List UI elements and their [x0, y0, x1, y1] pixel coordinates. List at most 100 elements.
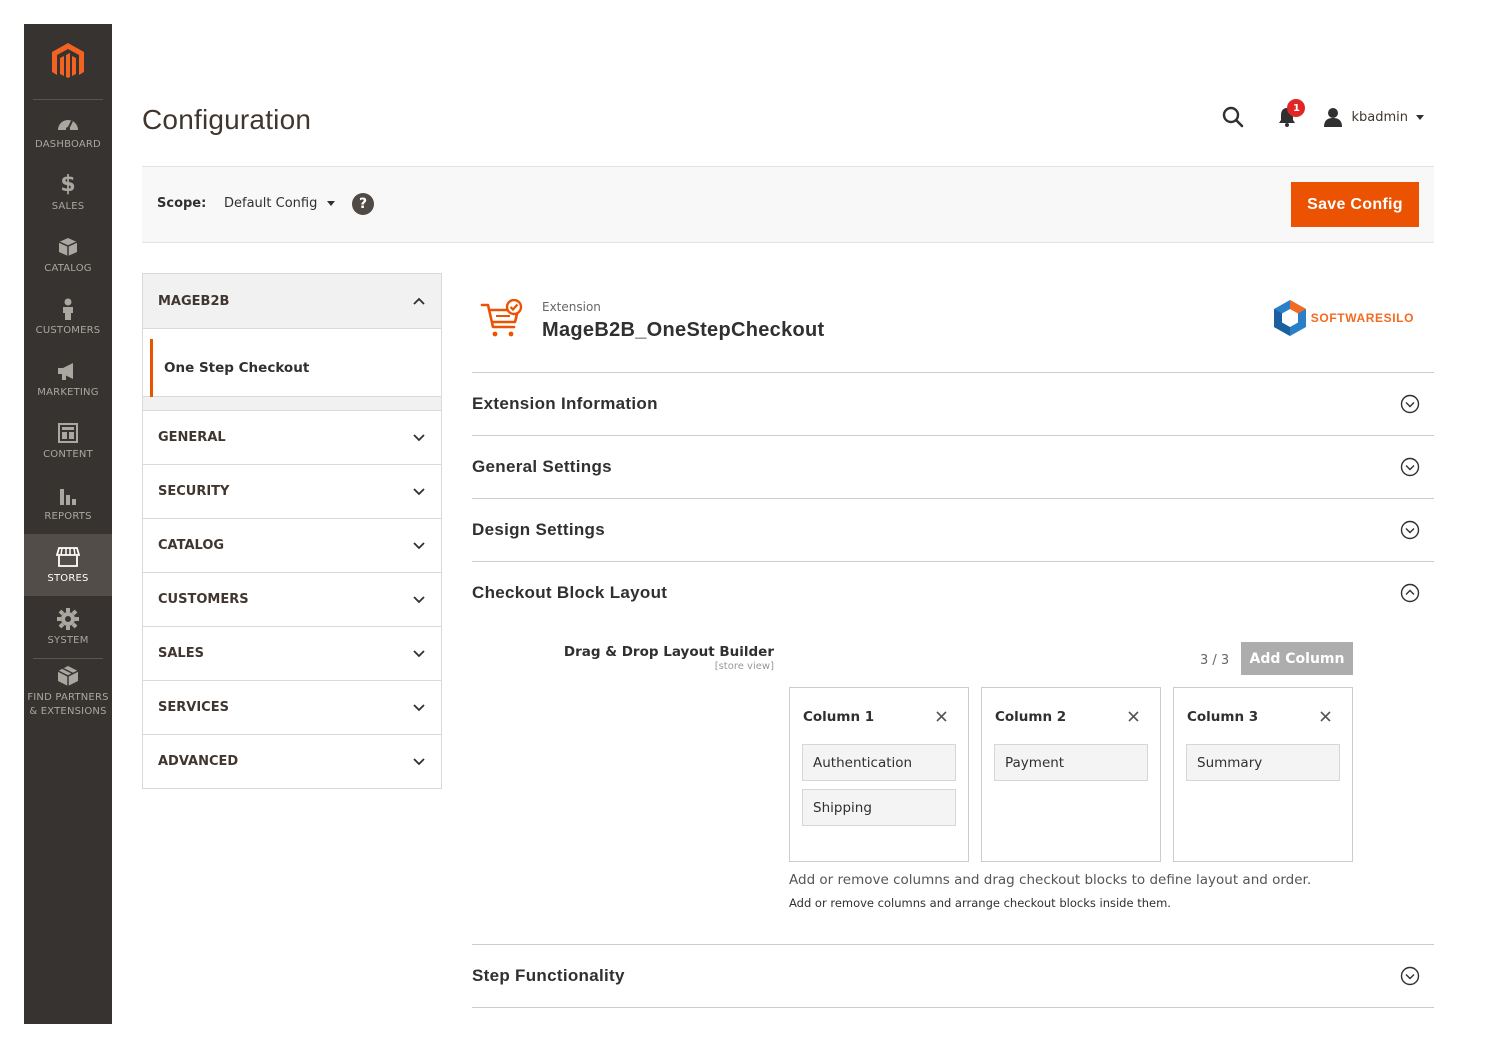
- column-title: Column 3: [1187, 709, 1259, 725]
- nav-content[interactable]: CONTENT: [24, 410, 112, 472]
- tab-section-label: ADVANCED: [158, 754, 239, 769]
- scope-value: Default Config: [224, 196, 318, 211]
- chevron-down-icon: [413, 649, 425, 657]
- tab-spacer: [142, 397, 442, 410]
- header-actions: 1 kbadmin: [1219, 99, 1424, 134]
- chevron-down-icon: [413, 703, 425, 711]
- blocks-icon: [57, 664, 79, 688]
- notifications-button[interactable]: 1: [1273, 99, 1306, 131]
- tab-section-label: SECURITY: [158, 484, 230, 499]
- extension-type-label: Extension: [542, 300, 601, 314]
- nav-reports[interactable]: REPORTS: [24, 472, 112, 534]
- box-icon: [58, 235, 78, 259]
- field-label: Drag & Drop Layout Builder: [563, 644, 774, 660]
- scope-switcher[interactable]: Default Config: [224, 196, 336, 211]
- chevron-down-icon: [413, 487, 425, 495]
- nav-label: DASHBOARD: [35, 138, 101, 150]
- nav-customers[interactable]: CUSTOMERS: [24, 286, 112, 348]
- softwaresilo-logo-icon: [1273, 300, 1306, 336]
- section-header[interactable]: General Settings: [472, 436, 1434, 498]
- section-header[interactable]: Checkout Block Layout: [472, 562, 1434, 624]
- remove-column-button[interactable]: [1126, 709, 1140, 723]
- tab-section-customers[interactable]: CUSTOMERS: [142, 573, 442, 627]
- chevron-up-icon: [413, 297, 425, 305]
- checkout-block[interactable]: Shipping: [802, 789, 956, 826]
- tab-section-catalog[interactable]: CATALOG: [142, 519, 442, 573]
- nav-label: STORES: [47, 572, 89, 584]
- section-title: Extension Information: [472, 394, 658, 413]
- nav-label: REPORTS: [44, 510, 92, 522]
- chevron-down-icon: [413, 541, 425, 549]
- nav-system[interactable]: SYSTEM: [24, 596, 112, 658]
- extension-name: MageB2B_OneStepCheckout: [542, 319, 825, 341]
- bar-chart-icon: [58, 483, 78, 507]
- username: kbadmin: [1351, 109, 1408, 125]
- megaphone-icon: [57, 359, 79, 383]
- column-title: Column 2: [995, 709, 1067, 725]
- chevron-down-icon: [413, 595, 425, 603]
- config-tabs: MAGEB2B One Step Checkout GENERAL SECURI…: [142, 273, 442, 789]
- section-step-functionality: Step Functionality: [472, 945, 1434, 1008]
- help-icon[interactable]: ?: [352, 193, 374, 215]
- section-header[interactable]: Design Settings: [472, 499, 1434, 561]
- remove-column-button[interactable]: [934, 709, 948, 723]
- section-title: Design Settings: [472, 520, 605, 539]
- checkout-block[interactable]: Payment: [994, 744, 1148, 781]
- nav-label: MARKETING: [37, 386, 99, 398]
- tab-item-one-step-checkout[interactable]: One Step Checkout: [150, 338, 309, 397]
- tab-section-label: CUSTOMERS: [158, 592, 249, 607]
- tab-section-sales[interactable]: SALES: [142, 627, 442, 681]
- layout-builder: Drag & Drop Layout Builder [store view] …: [472, 624, 1434, 944]
- chevron-down-icon: [1416, 114, 1424, 120]
- nav-label: FIND PARTNERS & EXTENSIONS: [27, 691, 109, 717]
- nav-dashboard[interactable]: DASHBOARD: [24, 100, 112, 162]
- add-column-button[interactable]: Add Column: [1241, 642, 1353, 675]
- person-icon: [61, 297, 75, 321]
- close-icon: [1319, 710, 1331, 722]
- chevron-circle-down-icon: [1400, 457, 1420, 477]
- section-header[interactable]: Step Functionality: [472, 945, 1434, 1007]
- checkout-block[interactable]: Summary: [1186, 744, 1340, 781]
- chevron-down-icon: [413, 433, 425, 441]
- tab-section-advanced[interactable]: ADVANCED: [142, 735, 442, 789]
- nav-label: CUSTOMERS: [35, 324, 101, 336]
- chevron-circle-down-icon: [1400, 966, 1420, 986]
- nav-label: SALES: [51, 200, 85, 212]
- user-icon: [1324, 108, 1343, 127]
- nav-sales[interactable]: $ SALES: [24, 162, 112, 224]
- gear-icon: [57, 607, 79, 631]
- column-count: 3 / 3: [1200, 653, 1230, 668]
- brand-name: SOFTWARESILO: [1310, 311, 1414, 325]
- section-title: Checkout Block Layout: [472, 583, 668, 602]
- nav-find-partners[interactable]: FIND PARTNERS & EXTENSIONS: [24, 659, 112, 723]
- column-box: Column 2 Payment: [981, 687, 1161, 862]
- field-comment: Add or remove columns and arrange checko…: [789, 896, 1171, 910]
- tab-sections-list: GENERAL SECURITY CATALOG CUSTOMERS SALES…: [142, 410, 442, 789]
- tab-group-mageb2b: MAGEB2B One Step Checkout: [142, 273, 442, 397]
- section-extension-information: Extension Information: [472, 373, 1434, 436]
- nav-catalog[interactable]: CATALOG: [24, 224, 112, 286]
- close-icon: [935, 710, 947, 722]
- user-menu[interactable]: kbadmin: [1323, 107, 1424, 127]
- save-config-button[interactable]: Save Config: [1291, 182, 1419, 227]
- caret-down-icon: [327, 201, 336, 206]
- checkout-block[interactable]: Authentication: [802, 744, 956, 781]
- search-button[interactable]: [1219, 103, 1247, 131]
- tab-section-general[interactable]: GENERAL: [142, 411, 442, 465]
- nav-label: CATALOG: [44, 262, 92, 274]
- tab-section-services[interactable]: SERVICES: [142, 681, 442, 735]
- config-main: Extension MageB2B_OneStepCheckout SOFTWA…: [472, 273, 1434, 1008]
- nav-stores[interactable]: STORES: [24, 534, 112, 596]
- column-box: Column 3 Summary: [1173, 687, 1353, 862]
- remove-column-button[interactable]: [1318, 709, 1332, 723]
- store-icon: [56, 545, 80, 569]
- field-note: Add or remove columns and drag checkout …: [789, 872, 1312, 888]
- magento-logo[interactable]: [33, 24, 103, 100]
- tab-section-label: SALES: [158, 646, 204, 661]
- tab-group-header[interactable]: MAGEB2B: [143, 274, 441, 329]
- nav-marketing[interactable]: MARKETING: [24, 348, 112, 410]
- tab-section-security[interactable]: SECURITY: [142, 465, 442, 519]
- section-header[interactable]: Extension Information: [472, 373, 1434, 435]
- notification-count-badge: 1: [1287, 99, 1306, 117]
- dashboard-icon: [57, 111, 79, 135]
